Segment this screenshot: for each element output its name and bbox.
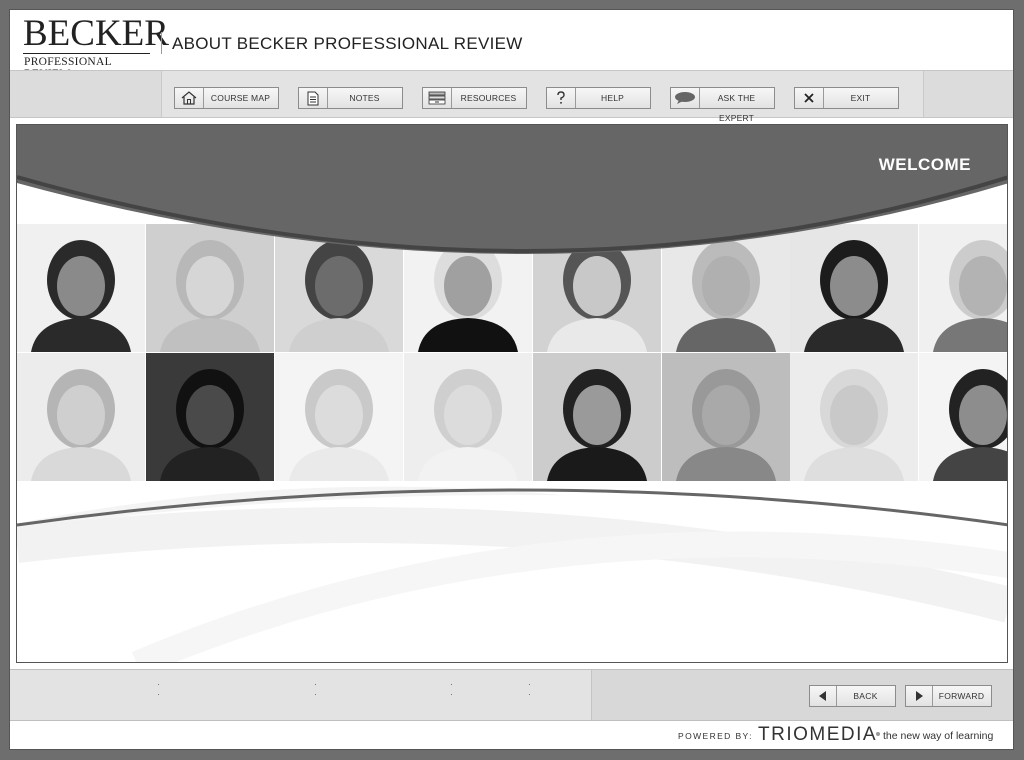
progress-dot <box>529 694 530 695</box>
banner-overlay <box>17 125 1007 662</box>
logo-wordmark: BECKER <box>23 13 169 54</box>
speech-bubble-icon <box>671 88 700 108</box>
close-icon <box>795 88 824 108</box>
logo-rule <box>23 53 150 54</box>
ask-the-expert-button[interactable]: ASK THE EXPERT <box>670 87 775 123</box>
progress-area <box>10 670 592 720</box>
forward-label: FORWARD <box>938 691 985 701</box>
notes-button[interactable]: NOTES <box>298 87 403 109</box>
ask-the-expert-label: ASK THE EXPERT <box>717 93 756 123</box>
progress-dot <box>315 684 316 685</box>
forward-button[interactable]: FORWARD <box>905 685 992 707</box>
progress-dot <box>451 684 452 685</box>
notes-icon <box>299 88 328 108</box>
resources-button[interactable]: RESOURCES <box>422 87 527 109</box>
progress-dot <box>529 684 530 685</box>
welcome-heading: WELCOME <box>878 155 971 174</box>
becker-logo: BECKER PROFESSIONAL REVIEW <box>23 13 169 80</box>
arrow-right-icon <box>906 686 933 706</box>
triomedia-logo: TRIOMEDIA <box>758 724 878 745</box>
notes-label: NOTES <box>349 93 380 103</box>
progress-dot <box>158 694 159 695</box>
toolbar-button-strip: COURSE MAP NOTES RESOURCES HELP ASK THE … <box>161 71 924 123</box>
resources-icon <box>423 88 452 108</box>
arrow-left-icon <box>810 686 837 706</box>
progress-dot <box>451 694 452 695</box>
home-icon <box>175 88 204 108</box>
brand-dot-icon <box>876 732 880 736</box>
help-button[interactable]: HELP <box>546 87 651 109</box>
navigation-bar: BACK FORWARD <box>10 669 1013 721</box>
header: BECKER PROFESSIONAL REVIEW ABOUT BECKER … <box>10 10 1013 80</box>
brand-tagline: the new way of learning <box>883 730 994 742</box>
resources-label: RESOURCES <box>460 93 517 103</box>
progress-dot <box>158 684 159 685</box>
app-window: BECKER PROFESSIONAL REVIEW ABOUT BECKER … <box>9 9 1014 750</box>
powered-by-label: POWERED BY: <box>678 731 753 741</box>
toolbar: COURSE MAP NOTES RESOURCES HELP ASK THE … <box>10 70 1013 123</box>
help-label: HELP <box>600 93 624 103</box>
back-label: BACK <box>853 691 878 701</box>
content-panel: WELCOME <box>16 124 1008 663</box>
exit-label: EXIT <box>850 93 871 103</box>
header-divider <box>161 32 162 54</box>
footer: POWERED BY: TRIOMEDIA the new way of lea… <box>10 721 1013 749</box>
course-map-button[interactable]: COURSE MAP <box>174 87 279 109</box>
back-button[interactable]: BACK <box>809 685 896 707</box>
progress-dot <box>315 694 316 695</box>
course-map-label: COURSE MAP <box>210 93 271 103</box>
page-title: ABOUT BECKER PROFESSIONAL REVIEW <box>172 34 523 53</box>
exit-button[interactable]: EXIT <box>794 87 899 109</box>
help-icon <box>547 88 576 108</box>
